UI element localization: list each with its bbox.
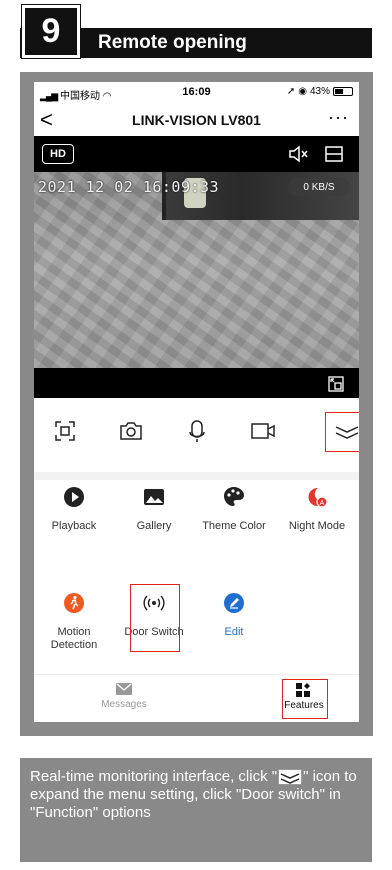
feature-motion-detection[interactable]: Motion Detection	[34, 592, 114, 652]
feature-label: Night Mode	[288, 520, 346, 532]
phone-screen: ▂▄▆ 中国移动 ◠ 16:09 ➚ ◉ 43% < LINK-VISION L…	[34, 82, 359, 722]
video-record-icon	[251, 423, 275, 439]
night-mode-icon: A	[308, 487, 328, 508]
live-video[interactable]: HD 2021 12 02 16:09:33 0 KB/S	[34, 136, 359, 398]
picture-in-picture-icon[interactable]	[328, 376, 344, 392]
feature-label: Playback	[51, 520, 97, 532]
step-number: 9	[21, 4, 81, 59]
edit-icon	[224, 593, 244, 613]
expand-highlight-box	[325, 412, 359, 452]
caption-part-1: Real-time monitoring interface, click "	[30, 768, 278, 785]
speaker-muted-icon[interactable]	[288, 144, 310, 164]
feature-label: Gallery	[136, 520, 172, 532]
status-right: ➚ ◉ 43%	[287, 86, 353, 97]
svg-text:A: A	[320, 500, 325, 507]
message-icon	[116, 683, 132, 695]
play-icon	[64, 487, 84, 507]
location-icon: ➚	[286, 86, 296, 97]
status-bar: ▂▄▆ 中国移动 ◠ 16:09 ➚ ◉ 43%	[34, 82, 359, 104]
device-title: LINK-VISION LV801	[132, 112, 261, 128]
divider	[34, 472, 359, 480]
camera-icon	[120, 422, 142, 440]
feature-theme-color[interactable]: Theme Color	[194, 486, 274, 533]
record-button[interactable]	[248, 416, 278, 446]
battery-percent: 43%	[309, 86, 330, 97]
instruction-caption: Real-time monitoring interface, click " "…	[20, 758, 372, 862]
step-title: Remote opening	[98, 32, 247, 53]
gallery-icon	[144, 489, 164, 505]
screenshot-icon	[55, 421, 75, 441]
more-button[interactable]: ···	[328, 106, 349, 128]
feature-label: Theme Color	[202, 520, 266, 532]
tab-bar: Messages Features	[34, 674, 359, 722]
motion-icon	[64, 593, 84, 613]
feature-label: Edit	[224, 626, 244, 638]
tab-messages[interactable]: Messages	[84, 683, 164, 710]
inline-chevron-expand-icon	[278, 769, 303, 785]
microphone-icon	[189, 420, 205, 442]
alarm-icon: ◉	[298, 86, 307, 97]
talk-button[interactable]	[182, 416, 212, 446]
palette-icon	[224, 487, 244, 506]
feature-gallery[interactable]: Gallery	[114, 486, 194, 533]
tutorial-page: 9 Remote opening ▂▄▆ 中国移动 ◠ 16:09 ➚ ◉ 43…	[0, 0, 392, 870]
feature-playback[interactable]: Playback	[34, 486, 114, 533]
phone-frame: ▂▄▆ 中国移动 ◠ 16:09 ➚ ◉ 43% < LINK-VISION L…	[20, 72, 373, 736]
video-timestamp: 2021 12 02 16:09:33	[38, 178, 220, 196]
control-bar	[34, 412, 359, 458]
feature-edit[interactable]: Edit	[194, 592, 274, 639]
feature-label: Motion Detection	[50, 626, 98, 651]
layout-icon[interactable]	[324, 144, 344, 164]
feature-night-mode[interactable]: A Night Mode	[277, 486, 357, 533]
nav-bar: < LINK-VISION LV801 ···	[34, 106, 359, 136]
features-tab-highlight-box	[282, 679, 328, 719]
bitrate-badge: 0 KB/S	[288, 178, 350, 196]
camera-feed: 2021 12 02 16:09:33 0 KB/S	[34, 172, 359, 368]
step-banner: 9 Remote opening	[20, 0, 372, 59]
tab-label: Messages	[101, 699, 147, 710]
door-switch-highlight-box	[130, 584, 180, 652]
hd-button[interactable]: HD	[42, 144, 74, 164]
features-grid: Playback Gallery Theme Color A Night Mod…	[34, 480, 359, 675]
screenshot-button[interactable]	[50, 416, 80, 446]
snapshot-button[interactable]	[116, 416, 146, 446]
battery-icon	[333, 87, 353, 96]
